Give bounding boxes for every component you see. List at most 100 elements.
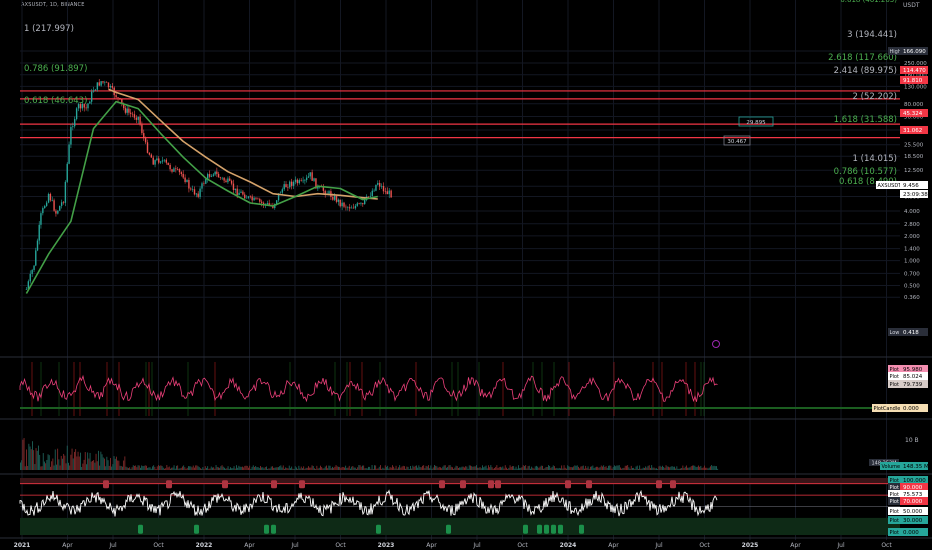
volume-bar <box>118 460 120 470</box>
trading-chart[interactable]: 1 (217.997)0.786 (91.897)0.618 (46.643)3… <box>0 0 932 550</box>
volume-bar <box>426 466 428 470</box>
volume-bar <box>471 466 473 470</box>
candle-body <box>356 203 358 206</box>
volume-bar <box>21 460 23 470</box>
volume-bar <box>620 467 621 470</box>
volume-bar <box>206 468 207 470</box>
candle-body <box>96 82 99 90</box>
volume-bar <box>641 468 643 470</box>
volume-bar <box>404 466 405 470</box>
candle-body <box>59 205 61 211</box>
candle-body <box>146 142 149 153</box>
volume-bar <box>158 465 159 470</box>
volume-bar <box>334 466 336 470</box>
candle-body <box>75 108 78 120</box>
volume-bar <box>592 465 594 470</box>
volume-bar <box>256 467 258 470</box>
volume-bar <box>321 467 323 470</box>
badge-label: Plot <box>890 382 899 388</box>
volume-bar <box>698 465 699 470</box>
volume-bar <box>602 466 603 470</box>
candle-body <box>137 116 139 120</box>
candle-body <box>375 184 377 191</box>
volume-bar <box>461 466 463 470</box>
volume-bar <box>232 468 234 470</box>
volume-bar <box>252 465 254 470</box>
candle-body <box>364 200 366 205</box>
candle-body <box>31 270 33 274</box>
y-tick-label: 2.800 <box>904 222 920 228</box>
volume-bar <box>653 467 655 470</box>
volume-bar <box>676 466 678 470</box>
volume-bar <box>434 465 435 470</box>
candle-body <box>281 189 284 193</box>
volume-bar <box>32 441 33 470</box>
candle-body <box>195 193 198 195</box>
candle-body <box>42 208 44 214</box>
x-tick-label: Apr <box>426 542 437 549</box>
volume-bar <box>459 467 461 470</box>
volume-bar <box>171 467 173 470</box>
fib-label-right: 2.618 (117.660) <box>828 53 897 63</box>
volume-bar <box>509 465 511 470</box>
volume-bar <box>634 468 636 470</box>
volume-bar <box>242 466 243 470</box>
volume-bar <box>454 467 456 470</box>
volume-bar <box>515 466 517 470</box>
volume-bar <box>143 465 145 470</box>
candle-body <box>371 190 373 197</box>
volume-bar <box>472 466 474 470</box>
volume-bar <box>35 448 37 470</box>
volume-bar <box>503 468 505 470</box>
volume-bar <box>694 465 696 470</box>
volume-bar <box>224 467 225 470</box>
volume-bar <box>482 465 483 470</box>
volume-bar <box>237 467 239 470</box>
volume-bar <box>508 467 510 470</box>
volume-bar <box>665 465 667 470</box>
volume-bar <box>639 465 641 470</box>
volume-bar <box>342 467 344 470</box>
volume-bar <box>485 465 487 470</box>
volume-bar <box>212 467 213 470</box>
candle-body <box>81 103 84 109</box>
rsi-oversold-marker <box>271 524 276 534</box>
rsi-oversold-marker <box>523 524 528 534</box>
candle-body <box>184 177 186 182</box>
volume-bar <box>420 467 422 470</box>
volume-bar <box>82 463 84 470</box>
candle-body <box>300 180 302 181</box>
volume-bar <box>261 467 263 470</box>
volume-bar <box>317 468 319 470</box>
volume-bar <box>170 468 171 470</box>
volume-bar <box>207 466 209 470</box>
volume-bar <box>605 466 607 470</box>
volume-bar <box>221 465 223 470</box>
volume-bar <box>262 467 264 470</box>
candle-body <box>208 174 211 177</box>
volume-bar <box>477 467 479 470</box>
rsi-overbought-marker <box>586 480 592 489</box>
rsi-overbought-marker <box>460 480 466 489</box>
volume-bar <box>186 467 188 470</box>
volume-bar <box>296 467 297 470</box>
volume-bar <box>154 466 156 470</box>
volume-bar <box>50 466 51 470</box>
volume-bar <box>544 468 546 470</box>
volume-bar <box>324 466 326 470</box>
candle-body <box>305 177 308 180</box>
candle-body <box>77 104 80 109</box>
volume-bar <box>381 468 383 470</box>
candle-body <box>259 198 261 202</box>
volume-bar <box>27 465 29 470</box>
candle-body <box>70 126 72 145</box>
volume-bar <box>507 468 509 470</box>
volume-bar <box>440 467 441 470</box>
volume-bar <box>442 466 444 470</box>
volume-bar <box>341 466 343 470</box>
volume-bar <box>500 466 501 470</box>
candle-body <box>102 81 104 83</box>
volume-bar <box>117 460 119 470</box>
rsi-oversold-marker <box>579 524 584 534</box>
volume-bar <box>680 468 681 470</box>
